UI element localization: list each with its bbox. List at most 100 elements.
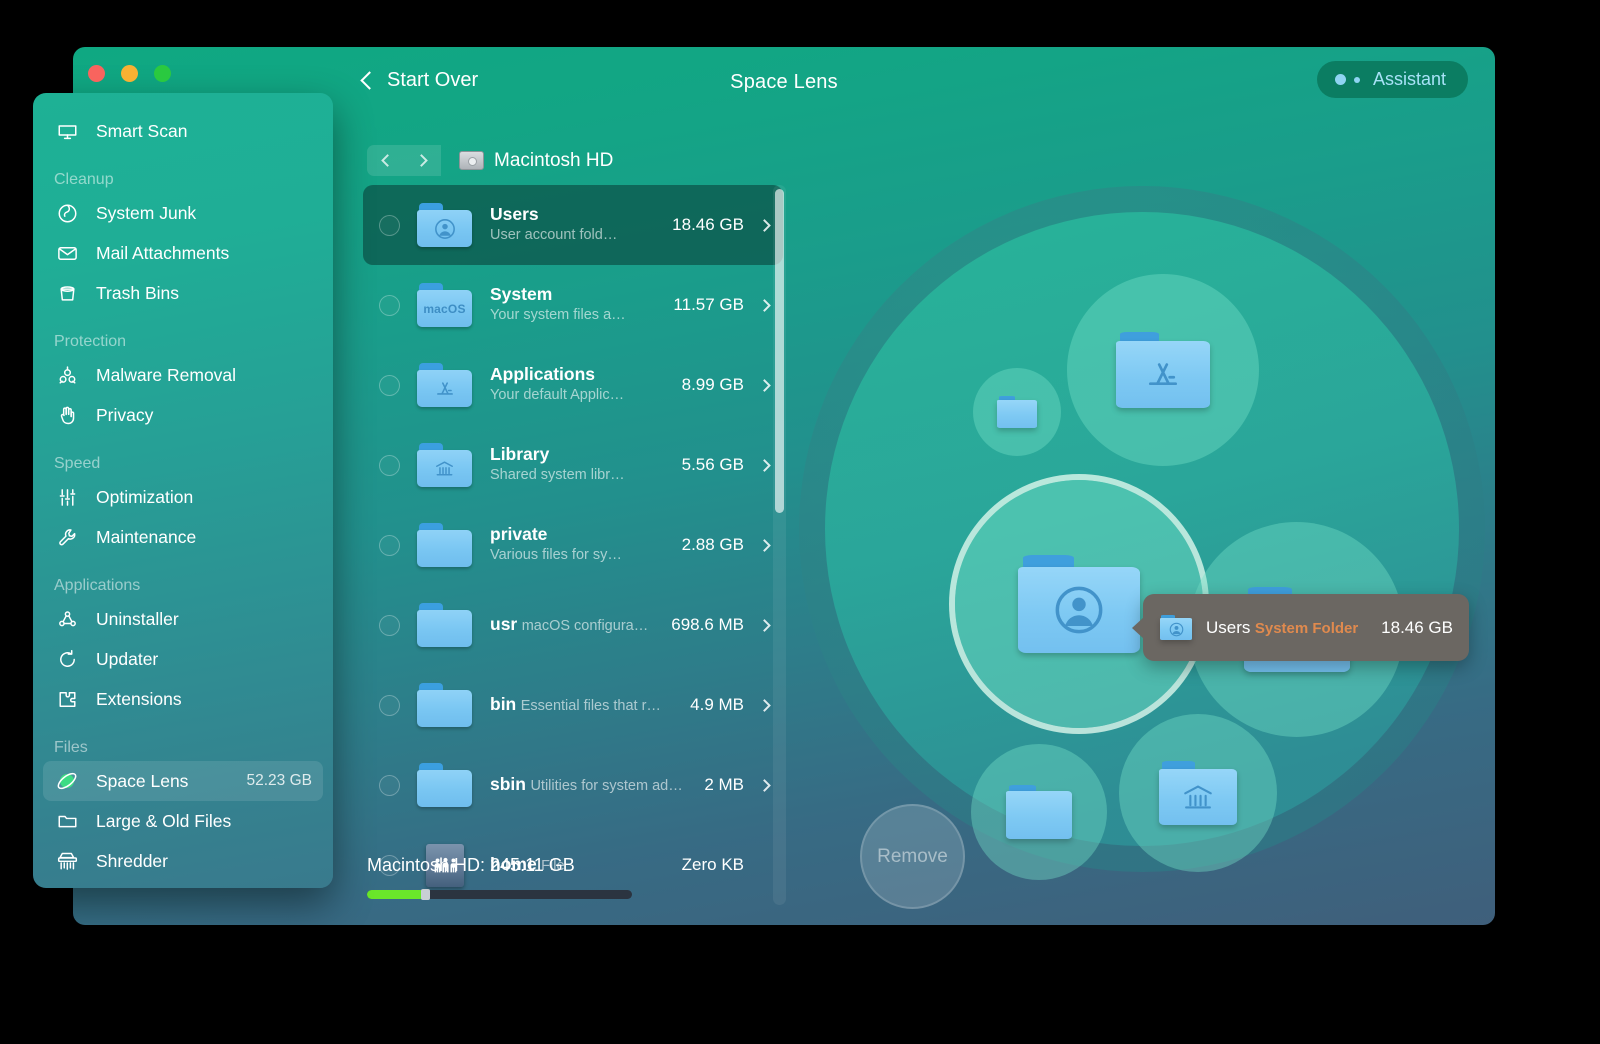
sidebar-item-mail-attachments[interactable]: Mail Attachments <box>43 233 323 273</box>
folder-glyph-icon: macOS <box>417 290 472 327</box>
row-size: 698.6 MB <box>671 615 744 635</box>
table-row[interactable]: sbin Utilities for system ad… 2 MB <box>363 745 783 825</box>
sidebar-item-extensions[interactable]: Extensions <box>43 679 323 719</box>
sidebar-item-maintenance[interactable]: Maintenance <box>43 517 323 557</box>
folder-user-icon <box>417 203 472 247</box>
screen: Start Over Space Lens Assistant Macintos… <box>0 0 1600 1044</box>
row-size: 11.57 GB <box>673 295 744 315</box>
row-text: System Your system files a… <box>490 284 665 325</box>
bubble-usr[interactable] <box>971 744 1107 880</box>
row-text: bin Essential files that r… <box>490 694 682 717</box>
row-name: bin <box>490 694 516 714</box>
row-checkbox[interactable] <box>379 535 400 556</box>
sidebar-item-size: 52.23 GB <box>247 772 313 790</box>
sidebar-item-system-junk[interactable]: System Junk <box>43 193 323 233</box>
sidebar-item-optimization[interactable]: Optimization <box>43 477 323 517</box>
sidebar-item-large-old-files[interactable]: Large & Old Files <box>43 801 323 841</box>
nav-back-button[interactable] <box>367 145 404 176</box>
sliders-icon <box>54 485 80 509</box>
row-text: sbin Utilities for system ad… <box>490 774 696 797</box>
folder-shape: macOS <box>417 283 472 327</box>
table-row[interactable]: private Various files for sy… 2.88 GB <box>363 505 783 585</box>
row-name: System <box>490 284 552 304</box>
folder-user-icon <box>1160 615 1192 641</box>
table-row[interactable]: bin Essential files that r… 4.9 MB <box>363 665 783 745</box>
folder-body <box>417 530 472 567</box>
table-row[interactable]: macOS System Your system files a… 11.57 … <box>363 265 783 345</box>
sidebar-item-shredder[interactable]: Shredder <box>43 841 323 881</box>
row-description: User account fold… <box>490 227 617 243</box>
row-text: Library Shared system libr… <box>490 444 674 485</box>
folder-shape <box>417 443 472 487</box>
folder-icon <box>417 523 472 567</box>
sidebar-item-label: Malware Removal <box>96 365 312 386</box>
chevron-right-icon[interactable] <box>758 379 771 392</box>
folder-library-icon <box>1159 761 1237 825</box>
chevron-right-icon[interactable] <box>758 699 771 712</box>
sidebar-item-privacy[interactable]: Privacy <box>43 395 323 435</box>
sidebar-item-label: Updater <box>96 649 312 670</box>
close-icon[interactable] <box>88 65 105 82</box>
row-checkbox[interactable] <box>379 375 400 396</box>
row-checkbox[interactable] <box>379 615 400 636</box>
folder-shape <box>417 523 472 567</box>
uninstaller-icon <box>54 607 80 631</box>
sidebar-group-title: Speed <box>54 455 333 473</box>
chevron-right-icon[interactable] <box>758 779 771 792</box>
zoom-icon[interactable] <box>154 65 171 82</box>
user-glyph-icon <box>1018 567 1140 653</box>
chevron-right-icon[interactable] <box>758 299 771 312</box>
sidebar-item-label: Privacy <box>96 405 312 426</box>
nav-forward-button[interactable] <box>404 145 441 176</box>
chevron-left-icon <box>381 154 394 167</box>
row-size: 2.88 GB <box>682 535 744 555</box>
smart-scan-icon <box>54 119 80 143</box>
folder-body <box>417 770 472 807</box>
chevron-right-icon[interactable] <box>758 539 771 552</box>
minimize-icon[interactable] <box>121 65 138 82</box>
row-checkbox[interactable] <box>379 215 400 236</box>
folder-appstore-icon <box>417 363 472 407</box>
folder-shape <box>417 363 472 407</box>
disk-usage-bar-fill <box>367 890 425 899</box>
row-checkbox[interactable] <box>379 775 400 796</box>
sidebar-group-title: Files <box>54 739 333 757</box>
table-row[interactable]: usr macOS configura… 698.6 MB <box>363 585 783 665</box>
extensions-icon <box>54 687 80 711</box>
chevron-right-icon[interactable] <box>758 459 771 472</box>
row-checkbox[interactable] <box>379 455 400 476</box>
sidebar-item-uninstaller[interactable]: Uninstaller <box>43 599 323 639</box>
sidebar-item-label: Space Lens <box>96 771 247 792</box>
row-text: Users User account fold… <box>490 204 664 245</box>
row-name: sbin <box>490 774 526 794</box>
disk-usage-bar <box>367 890 632 899</box>
sidebar-item-malware-removal[interactable]: Malware Removal <box>43 355 323 395</box>
list-scrollbar-thumb[interactable] <box>775 189 784 513</box>
table-row[interactable]: Users User account fold… 18.46 GB <box>363 185 783 265</box>
sidebar-item-trash-bins[interactable]: Trash Bins <box>43 273 323 313</box>
bubble-private[interactable] <box>973 368 1061 456</box>
sidebar-item-smart-scan[interactable]: Smart Scan <box>43 111 323 151</box>
breadcrumb-disk[interactable]: Macintosh HD <box>459 150 613 172</box>
sidebar-item-updater[interactable]: Updater <box>43 639 323 679</box>
chevron-right-icon[interactable] <box>758 619 771 632</box>
bubble-applications[interactable] <box>1067 274 1259 466</box>
bubble-library[interactable] <box>1119 714 1277 872</box>
chevron-right-icon[interactable] <box>758 219 771 232</box>
row-text: Applications Your default Applic… <box>490 364 674 405</box>
sidebar-item-space-lens[interactable]: Space Lens 52.23 GB <box>43 761 323 801</box>
folder-body <box>997 400 1037 428</box>
chevron-right-icon <box>415 154 428 167</box>
folder-icon <box>997 396 1037 428</box>
row-checkbox[interactable] <box>379 695 400 716</box>
table-row[interactable]: Applications Your default Applic… 8.99 G… <box>363 345 783 425</box>
folder-list[interactable]: Users User account fold… 18.46 GB macOS <box>363 185 783 905</box>
list-scrollbar-track[interactable] <box>773 185 786 905</box>
space-lens-bubble-chart[interactable]: macOS <box>789 122 1495 912</box>
table-row[interactable]: Library Shared system libr… 5.56 GB <box>363 425 783 505</box>
sidebar-item-label: Maintenance <box>96 527 312 548</box>
row-name: private <box>490 524 547 544</box>
row-checkbox[interactable] <box>379 295 400 316</box>
assistant-button[interactable]: Assistant <box>1317 61 1468 98</box>
remove-button[interactable]: Remove <box>860 804 965 909</box>
